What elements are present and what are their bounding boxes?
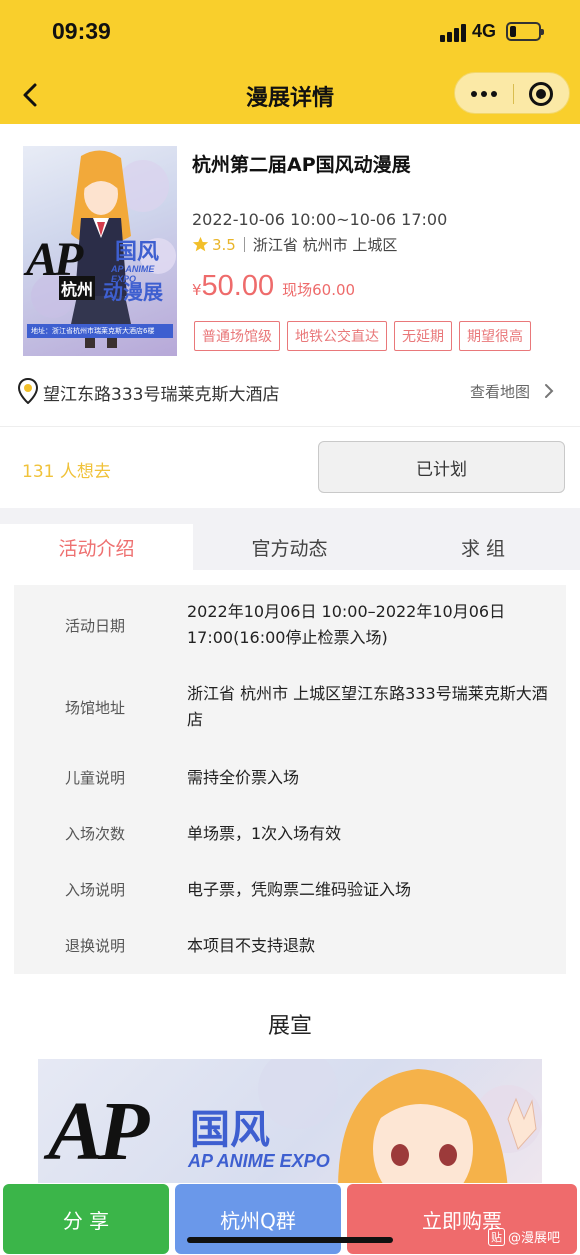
view-map-link[interactable]: 查看地图 xyxy=(470,381,530,402)
event-rating: 3.5 xyxy=(212,235,236,254)
event-tag: 普通场馆级 xyxy=(194,321,280,351)
event-poster[interactable]: AP 国风 杭州 AP ANIME EXPO 动漫展 地址：浙江省杭州市瑞莱克斯… xyxy=(23,146,177,356)
section-gap xyxy=(0,508,580,524)
info-key: 活动日期 xyxy=(65,617,126,635)
info-key: 退换说明 xyxy=(65,937,126,955)
currency-symbol: ¥ xyxy=(192,281,202,299)
location-pin-icon xyxy=(18,378,38,404)
info-value: 电子票，凭购票二维码验证入场 xyxy=(187,880,412,899)
ticket-price: 50.00 xyxy=(201,270,275,302)
event-tag: 无延期 xyxy=(394,321,452,351)
status-bar: 09:39 4G xyxy=(0,0,580,66)
watermark-badge: 贴 xyxy=(488,1227,505,1246)
banner-logo2: 国风 xyxy=(190,1107,270,1153)
chevron-right-icon xyxy=(545,384,554,398)
info-value: 单场票，1次入场有效 xyxy=(187,824,342,843)
info-value: 2022年10月06日 10:00–2022年10月06日 17:00(16:0… xyxy=(187,602,506,647)
detail-tabs: 活动介绍 官方动态 求 组 xyxy=(0,524,580,570)
more-dots-icon[interactable] xyxy=(455,73,513,115)
poster-logo-sub: 国风 xyxy=(115,240,160,265)
poster-logo2: 动漫展 xyxy=(103,280,163,304)
event-tag: 期望很高 xyxy=(459,321,531,351)
address-text: 望江东路333号瑞莱克斯大酒店 xyxy=(43,385,280,405)
info-key: 入场次数 xyxy=(65,825,126,843)
event-meta: 3.5 浙江省 杭州市 上城区 xyxy=(192,234,397,255)
banner-logo: AP xyxy=(48,1085,149,1178)
info-value: 需持全价票入场 xyxy=(187,768,300,787)
nav-bar: 漫展详情 xyxy=(0,66,580,124)
mini-program-capsule xyxy=(454,72,570,114)
event-title: 杭州第二届AP国风动漫展 xyxy=(192,154,411,176)
tab-group-seeking[interactable]: 求 组 xyxy=(386,524,580,570)
info-key: 场馆地址 xyxy=(65,699,126,717)
qq-group-button[interactable]: 杭州Q群 xyxy=(175,1184,341,1254)
event-datetime: 2022-10-06 10:00~10-06 17:00 xyxy=(192,210,448,229)
poster-address-strip: 地址：浙江省杭州市瑞莱克斯大酒店6楼 xyxy=(27,324,173,338)
promo-banner[interactable]: AP 国风 AP ANIME EXPO xyxy=(38,1059,542,1189)
info-value: 浙江省 杭州市 上城区望江东路333号瑞莱克斯大酒店 xyxy=(187,684,548,729)
battery-icon xyxy=(506,22,544,41)
event-info-table: 活动日期 2022年10月06日 10:00–2022年10月06日 17:00… xyxy=(14,585,566,974)
onsite-price: 现场60.00 xyxy=(282,281,356,299)
tab-activity-intro[interactable]: 活动介绍 xyxy=(0,524,193,570)
tab-official-news[interactable]: 官方动态 xyxy=(193,524,386,570)
want-to-go-count: 131 人想去 xyxy=(22,462,111,482)
target-close-icon[interactable] xyxy=(529,82,553,106)
promo-section-title: 展宣 xyxy=(267,1014,312,1039)
star-icon xyxy=(192,236,209,252)
watermark: 贴 @漫展吧 xyxy=(488,1227,560,1246)
address-row[interactable]: 望江东路333号瑞莱克斯大酒店 查看地图 xyxy=(0,370,580,412)
price-row: ¥ 50.00 现场60.00 xyxy=(192,270,355,303)
poster-city: 杭州 xyxy=(59,276,96,300)
divider xyxy=(0,426,580,427)
network-type: 4G xyxy=(472,21,497,41)
event-tags: 普通场馆级 地铁公交直达 无延期 期望很高 xyxy=(194,321,531,351)
planned-button[interactable]: 已计划 xyxy=(318,441,565,493)
banner-en: AP ANIME EXPO xyxy=(188,1151,330,1171)
info-value: 本项目不支持退款 xyxy=(187,936,316,955)
home-indicator xyxy=(187,1237,393,1243)
watermark-text: @漫展吧 xyxy=(508,1231,561,1246)
event-location: 浙江省 杭州市 上城区 xyxy=(252,236,398,254)
status-time: 09:39 xyxy=(52,18,111,44)
info-key: 儿童说明 xyxy=(65,769,126,787)
share-button[interactable]: 分 享 xyxy=(3,1184,169,1254)
info-key: 入场说明 xyxy=(65,881,126,899)
event-tag: 地铁公交直达 xyxy=(287,321,387,351)
signal-icon xyxy=(440,24,468,42)
